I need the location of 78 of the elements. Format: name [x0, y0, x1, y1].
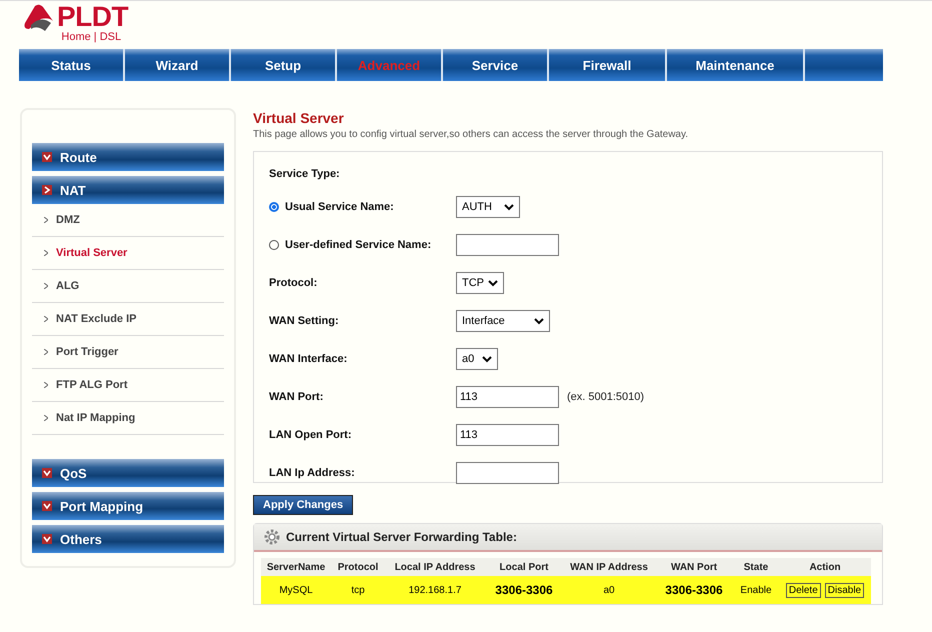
brand-subtitle: Home | DSL — [61, 31, 122, 44]
brand-name: PLDT — [57, 3, 128, 31]
table-title: Current Virtual Server Forwarding Table: — [286, 530, 517, 544]
sidebar-item[interactable]: DMZ — [32, 204, 224, 237]
column-header: WAN Port — [670, 562, 718, 572]
input-field[interactable]: 113 — [456, 424, 559, 446]
input-field[interactable] — [456, 462, 559, 484]
column-header: Local Port — [500, 562, 548, 572]
dropdown[interactable]: a0 — [456, 348, 498, 370]
table-cell: 3306-3306 — [665, 583, 723, 597]
sidebar-section-label: NAT — [60, 182, 86, 198]
sidebar-item-label: Nat IP Mapping — [56, 412, 136, 424]
nav-tab[interactable]: Status — [19, 49, 125, 81]
field-label: WAN Interface: — [269, 353, 348, 365]
page-description: This page allows you to config virtual server,so others can access the server through the Gateway. — [253, 129, 690, 140]
nav-tab[interactable]: Service — [443, 49, 549, 81]
input-field[interactable] — [456, 234, 559, 256]
sidebar-item[interactable]: ALG — [32, 270, 224, 303]
field-label: LAN Ip Address: — [269, 467, 355, 479]
dropdown[interactable]: Interface — [456, 310, 550, 332]
action-button[interactable]: Disable — [824, 582, 864, 598]
caret-icon — [482, 356, 492, 362]
field-hint: (ex. 5001:5010) — [567, 391, 644, 403]
table-cell: Enable — [740, 584, 772, 596]
field-label: Usual Service Name: — [285, 201, 394, 213]
sidebar-section[interactable]: NAT — [32, 176, 224, 204]
sidebar-section[interactable]: Others — [32, 525, 224, 553]
field-label: Service Type: — [269, 168, 340, 180]
column-header: Protocol — [338, 562, 378, 572]
dropdown[interactable]: TCP — [456, 272, 504, 294]
sidebar-item[interactable]: Virtual Server — [32, 237, 224, 270]
nav-tab[interactable]: Maintenance — [667, 49, 805, 81]
sidebar-item-label: Virtual Server — [56, 247, 128, 259]
sidebar-section-label: Route — [60, 150, 97, 164]
table-cell: tcp — [351, 584, 365, 596]
gear-icon — [264, 529, 280, 545]
input-field[interactable]: 113 — [456, 386, 559, 408]
table-cell: 3306-3306 — [495, 583, 553, 597]
caret-icon — [534, 318, 544, 324]
radio-button[interactable] — [269, 202, 279, 212]
sidebar-item-label: Port Trigger — [56, 346, 118, 358]
field-label: User-defined Service Name: — [285, 239, 432, 251]
sidebar-section[interactable]: Route — [32, 143, 224, 171]
sidebar-item[interactable]: FTP ALG Port — [32, 369, 224, 402]
column-header: State — [744, 562, 768, 572]
field-label: Protocol: — [269, 277, 318, 289]
nav-tab[interactable]: Wizard — [125, 49, 231, 81]
table-cell: MySQL — [279, 584, 313, 596]
sidebar-item-label: DMZ — [56, 214, 80, 226]
field-label: WAN Setting: — [269, 315, 339, 327]
nav-tab[interactable]: Firewall — [549, 49, 667, 81]
sidebar-item[interactable]: Nat IP Mapping — [32, 402, 224, 435]
sidebar-item-label: ALG — [56, 280, 80, 292]
column-header: Action — [809, 562, 841, 572]
nav-tab[interactable]: Setup — [231, 49, 337, 81]
sidebar-item-label: NAT Exclude IP — [56, 313, 136, 325]
table-cell: 192.168.1.7 — [408, 584, 462, 596]
page-title: Virtual Server — [253, 110, 345, 126]
sidebar-section-label: Others — [60, 532, 102, 546]
action-button[interactable]: Delete — [786, 582, 821, 598]
column-header: Local IP Address — [394, 562, 476, 572]
sidebar-section[interactable]: Port Mapping — [32, 492, 224, 520]
sidebar-item-label: FTP ALG Port — [56, 379, 128, 391]
radio-button[interactable] — [269, 240, 279, 250]
field-label: WAN Port: — [269, 391, 324, 403]
dropdown[interactable]: AUTH — [456, 196, 520, 218]
apply-button[interactable]: Apply Changes — [253, 495, 354, 515]
column-header: WAN IP Address — [570, 562, 648, 572]
column-header: ServerName — [266, 562, 326, 572]
sidebar-item[interactable]: NAT Exclude IP — [32, 303, 224, 336]
caret-icon — [504, 204, 514, 210]
sidebar-section-label: Port Mapping — [60, 498, 144, 514]
table-cell: a0 — [603, 584, 615, 596]
sidebar-item[interactable]: Port Trigger — [32, 336, 224, 369]
sidebar-section-label: QoS — [60, 466, 87, 480]
caret-icon — [488, 280, 498, 286]
field-label: LAN Open Port: — [269, 429, 352, 441]
sidebar-section[interactable]: QoS — [32, 459, 224, 487]
